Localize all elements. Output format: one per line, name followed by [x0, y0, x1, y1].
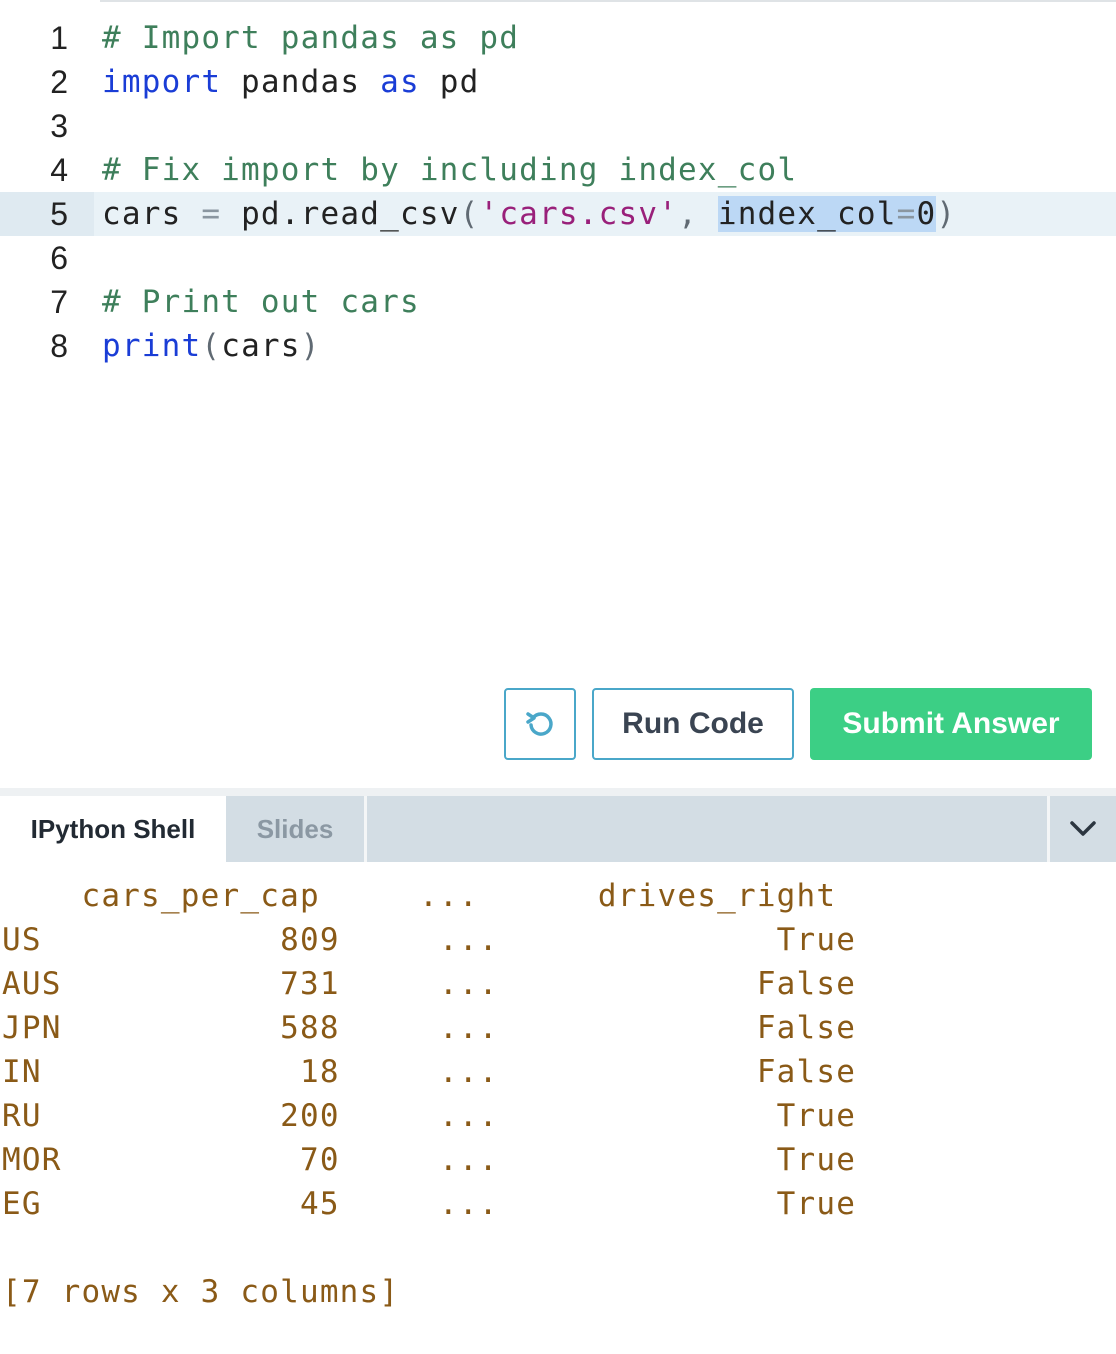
code-token: ( [459, 196, 480, 232]
ipython-shell-output[interactable]: cars_per_cap ... drives_right US 809 ... … [0, 874, 1116, 1334]
shell-output-line: EG 45 ... True [2, 1186, 857, 1222]
panel-divider[interactable] [0, 788, 1116, 796]
code-text: cars = pd.read_csv('cars.csv', index_col… [102, 192, 956, 236]
code-line[interactable]: 6 [0, 236, 1116, 280]
line-gutter: 6 [0, 236, 94, 280]
shell-output-line: US 809 ... True [2, 922, 857, 958]
code-line[interactable]: 5 cars = pd.read_csv('cars.csv', index_co… [0, 192, 1116, 236]
code-token: pd.read_csv [221, 196, 460, 232]
code-token: # Import pandas as pd [102, 20, 520, 56]
line-number: 1 [50, 20, 68, 56]
line-number: 7 [50, 284, 68, 320]
line-number: 5 [50, 196, 68, 232]
output-tabs: IPython Shell Slides [0, 796, 1116, 862]
shell-output-line: RU 200 ... True [2, 1098, 857, 1134]
tab-ipython-shell[interactable]: IPython Shell [0, 796, 226, 862]
code-token: as [380, 64, 420, 100]
code-token: # Fix import by including index_col [102, 152, 798, 188]
code-token: pandas [221, 64, 381, 100]
line-gutter: 4 [0, 148, 94, 192]
code-line[interactable]: 7 # Print out cars [0, 280, 1116, 324]
shell-output-line: cars_per_cap ... drives_right [2, 878, 837, 914]
code-line[interactable]: 8 print(cars) [0, 324, 1116, 368]
code-line[interactable]: 4 # Fix import by including index_col [0, 148, 1116, 192]
line-number: 3 [50, 108, 68, 144]
line-gutter: 8 [0, 324, 94, 368]
submit-answer-button[interactable]: Submit Answer [810, 688, 1092, 760]
code-token: cars [221, 328, 301, 364]
shell-output-line: AUS 731 ... False [2, 966, 857, 1002]
line-gutter: 7 [0, 280, 94, 324]
line-gutter: 1 [0, 16, 94, 60]
code-line[interactable]: 2 import pandas as pd [0, 60, 1116, 104]
code-token: index_col [717, 196, 897, 232]
code-line[interactable]: 3 [0, 104, 1116, 148]
shell-output-line: MOR 70 ... True [2, 1142, 857, 1178]
code-token: = [896, 196, 917, 232]
code-editor[interactable]: 1 # Import pandas as pd 2 import pandas as … [0, 16, 1116, 376]
code-token: pd [419, 64, 480, 100]
code-token: # Print out cars [102, 284, 420, 320]
line-number: 4 [50, 152, 68, 188]
line-number: 6 [50, 240, 68, 276]
code-token: 0 [916, 196, 937, 232]
line-gutter: 5 [0, 192, 94, 236]
code-text: import pandas as pd [102, 60, 479, 104]
code-token: print [102, 328, 202, 364]
code-text: # Import pandas as pd [102, 16, 519, 60]
shell-output-line: JPN 588 ... False [2, 1010, 857, 1046]
code-token: 'cars.csv' [479, 196, 679, 232]
shell-output-line: [7 rows x 3 columns] [2, 1274, 400, 1310]
tab-slides[interactable]: Slides [226, 796, 364, 862]
reset-icon [526, 712, 553, 736]
code-token: ( [201, 328, 222, 364]
chevron-down-icon [1070, 821, 1096, 836]
editor-actions: Run Code Submit Answer [0, 688, 1116, 760]
code-token: ) [300, 328, 321, 364]
code-line[interactable]: 1 # Import pandas as pd [0, 16, 1116, 60]
collapse-panel-button[interactable] [1050, 796, 1116, 862]
code-token: cars [102, 196, 202, 232]
line-gutter: 2 [0, 60, 94, 104]
code-token: = [201, 196, 222, 232]
shell-output-line: IN 18 ... False [2, 1054, 857, 1090]
line-number: 8 [50, 328, 68, 364]
run-code-button[interactable]: Run Code [592, 688, 794, 760]
tab-separator [364, 796, 367, 862]
line-gutter: 3 [0, 104, 94, 148]
line-number: 2 [50, 64, 68, 100]
code-text: print(cars) [102, 324, 321, 368]
code-token: , [678, 196, 718, 232]
code-token: import [102, 64, 222, 100]
editor-top-border [100, 0, 1116, 2]
reset-button[interactable] [504, 688, 576, 760]
code-text: # Fix import by including index_col [102, 148, 797, 192]
code-token: ) [936, 196, 957, 232]
code-text: # Print out cars [102, 280, 420, 324]
